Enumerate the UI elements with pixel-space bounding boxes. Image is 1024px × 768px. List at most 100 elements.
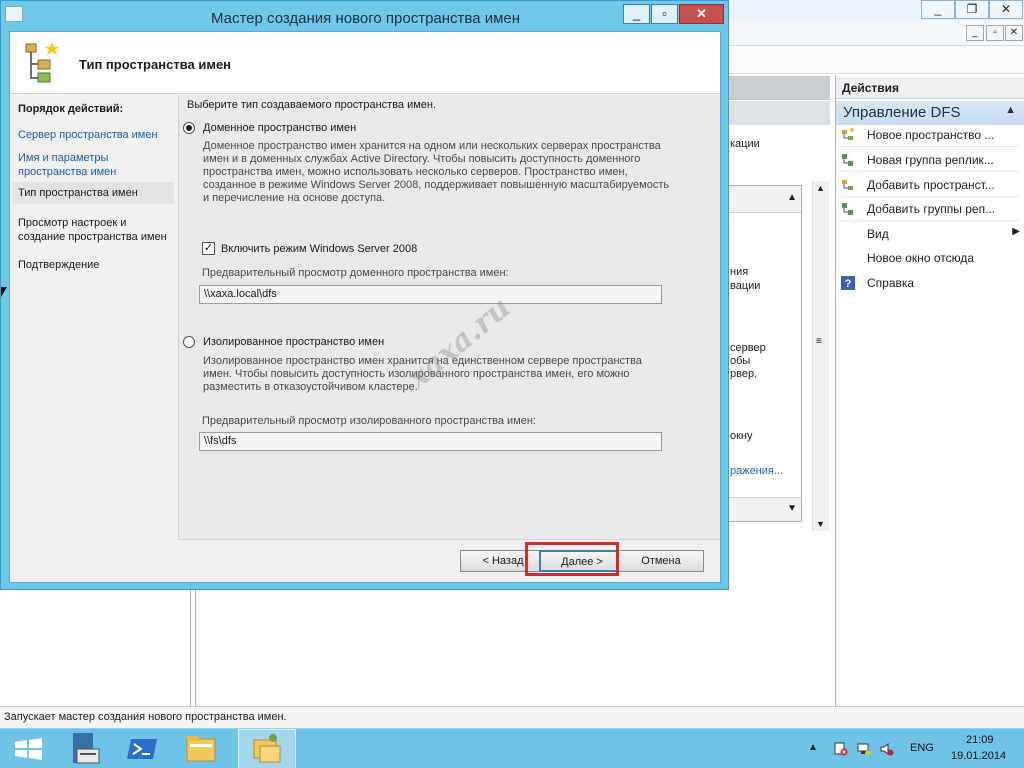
center-text-fragment: окну — [730, 430, 753, 442]
namespace-icon — [842, 128, 854, 140]
namespace-wizard-icon — [25, 42, 59, 83]
mdi-close-button[interactable]: ✕ — [1005, 25, 1023, 41]
standalone-preview-label: Предварительный просмотр изолированного … — [202, 415, 536, 427]
wizard-titlebar[interactable]: Мастер создания нового пространства имен… — [1, 1, 728, 31]
action-label: Новое окно отсюда — [867, 251, 975, 265]
step-name-and-settings[interactable]: Имя и параметры пространства имен — [18, 151, 128, 179]
step-namespace-type: Тип пространства имен — [13, 182, 174, 204]
powershell-icon — [127, 739, 157, 759]
close-console-button[interactable]: ✕ — [989, 0, 1023, 19]
standalone-preview-field: \\fs\dfs — [199, 432, 662, 451]
clock-date[interactable]: 19.01.2014 — [951, 750, 1006, 762]
actions-section-title: Управление DFS — [843, 104, 961, 121]
action-view[interactable]: Вид ▶ — [840, 224, 1020, 246]
replication-group-icon — [842, 154, 853, 166]
action-label: Вид — [867, 227, 889, 241]
standalone-namespace-label[interactable]: Изолированное пространство имен — [203, 336, 384, 349]
windows-server-2008-mode-checkbox[interactable]: ✓ — [202, 242, 215, 255]
actions-section-dfs-management[interactable]: Управление DFS ▲ — [836, 101, 1024, 125]
taskbar: ▲ ENG 21:09 19.01.2014 — [0, 728, 1024, 768]
windows-logo-icon — [15, 738, 42, 760]
step-confirmation: Подтверждение — [18, 259, 100, 271]
wizard-minimize-button[interactable]: _ — [623, 4, 650, 24]
network-icon[interactable] — [857, 742, 871, 756]
action-label: Добавить пространст... — [867, 178, 995, 192]
step-namespace-server[interactable]: Сервер пространства имен — [18, 128, 174, 142]
server-manager-icon — [73, 733, 100, 764]
wizard-title: Мастер создания нового пространства имен — [210, 10, 521, 27]
wizard-close-button[interactable]: ✕ — [679, 4, 724, 24]
action-add-replication-groups[interactable]: Добавить группы реп... — [840, 199, 1020, 221]
center-text-fragment: вации — [730, 280, 761, 292]
center-text-fragment: обы — [730, 355, 751, 367]
restore-console-button[interactable]: ❐ — [955, 0, 989, 19]
console-tree-pane[interactable] — [0, 590, 191, 706]
domain-preview-label: Предварительный просмотр доменного прост… — [202, 267, 509, 279]
taskbar-powershell[interactable] — [116, 729, 174, 768]
domain-namespace-label[interactable]: Доменное пространство имен — [203, 122, 356, 135]
wizard-maximize-button[interactable]: ▫ — [651, 4, 678, 24]
wizard-header: Тип пространства имен — [10, 32, 720, 94]
center-inner-panel-bottom: ▼ — [728, 497, 801, 521]
domain-namespace-radio[interactable] — [183, 122, 195, 134]
tray-expand-icon[interactable]: ▲ — [808, 742, 818, 753]
action-new-replication-group[interactable]: Новая группа реплик... — [840, 150, 1020, 172]
next-button-highlight-frame — [525, 542, 619, 576]
cancel-button[interactable]: Отмена — [618, 550, 704, 572]
center-text-fragment: рвер, — [730, 368, 758, 380]
minimize-console-button[interactable]: _ — [921, 0, 955, 19]
center-vertical-scrollbar[interactable]: ▲ ≡ ▼ — [812, 181, 829, 531]
svg-text:?: ? — [845, 278, 852, 290]
actions-header: Действия — [836, 77, 1024, 99]
expand-down-icon[interactable]: ▼ — [787, 503, 797, 514]
taskbar-server-manager[interactable] — [58, 729, 116, 768]
steps-title: Порядок действий: — [18, 103, 124, 115]
step-review-settings: Просмотр настроек и создание пространств… — [18, 217, 167, 243]
standalone-namespace-radio[interactable] — [183, 336, 195, 348]
center-text-fragment: сервер — [730, 342, 766, 354]
wizard-client-area: Тип пространства имен Порядок действий: … — [9, 31, 721, 583]
center-text-fragment: кации — [730, 138, 760, 150]
action-new-window[interactable]: Новое окно отсюда — [840, 248, 1020, 270]
taskbar-dfs-management[interactable] — [238, 729, 296, 768]
page-title: Тип пространства имен — [79, 57, 232, 72]
volume-muted-icon[interactable] — [880, 742, 894, 756]
console-status-bar: Запускает мастер создания нового простра… — [0, 706, 1024, 728]
scroll-up-icon[interactable]: ▲ — [816, 183, 825, 193]
domain-namespace-description: Доменное пространство имен хранится на о… — [203, 140, 670, 204]
mdi-minimize-button[interactable]: _ — [966, 25, 984, 41]
taskbar-file-explorer[interactable] — [174, 729, 232, 768]
center-pane-header — [728, 76, 830, 100]
mdi-restore-button[interactable]: ▫ — [986, 25, 1004, 41]
center-link-fragment[interactable]: ражения... — [730, 465, 783, 477]
language-indicator[interactable]: ENG — [910, 742, 934, 754]
wizard-button-row: < Назад Далее > Отмена — [178, 539, 720, 582]
windows-server-2008-mode-label[interactable]: Включить режим Windows Server 2008 — [221, 243, 417, 256]
prompt-text: Выберите тип создаваемого пространства и… — [187, 99, 437, 111]
center-pane-subheader — [728, 101, 830, 125]
action-center-icon[interactable] — [834, 742, 848, 756]
collapse-arrow-icon[interactable]: ▲ — [1005, 104, 1016, 116]
domain-preview-field: \\xaxa.local\dfs — [199, 285, 662, 304]
submenu-arrow-icon: ▶ — [1012, 226, 1020, 237]
action-label: Новая группа реплик... — [867, 153, 994, 167]
start-button[interactable] — [0, 729, 58, 768]
add-replication-icon — [842, 203, 853, 215]
action-help[interactable]: ? Справка — [840, 273, 1020, 295]
collapse-up-icon[interactable]: ▲ — [787, 192, 797, 203]
wizard-steps-pane: Порядок действий: Сервер пространства им… — [10, 95, 176, 582]
help-icon: ? — [841, 276, 855, 290]
action-new-namespace[interactable]: Новое пространство ... — [840, 125, 1020, 147]
action-label: Справка — [867, 276, 915, 290]
scroll-down-icon[interactable]: ▼ — [816, 519, 825, 529]
scroll-thumb-grip-icon[interactable]: ≡ — [816, 336, 822, 347]
add-namespace-icon — [842, 180, 853, 190]
action-add-namespace[interactable]: Добавить пространст... — [840, 175, 1020, 197]
wizard-content: Выберите тип создаваемого пространства и… — [178, 95, 720, 539]
new-namespace-wizard: Мастер создания нового пространства имен… — [0, 0, 729, 590]
clock-time[interactable]: 21:09 — [966, 734, 994, 746]
center-text-fragment: ния — [730, 266, 749, 278]
center-inner-panel-top: ▲ — [728, 186, 801, 213]
action-label: Добавить группы реп... — [867, 202, 996, 216]
action-label: Новое пространство ... — [867, 128, 995, 142]
